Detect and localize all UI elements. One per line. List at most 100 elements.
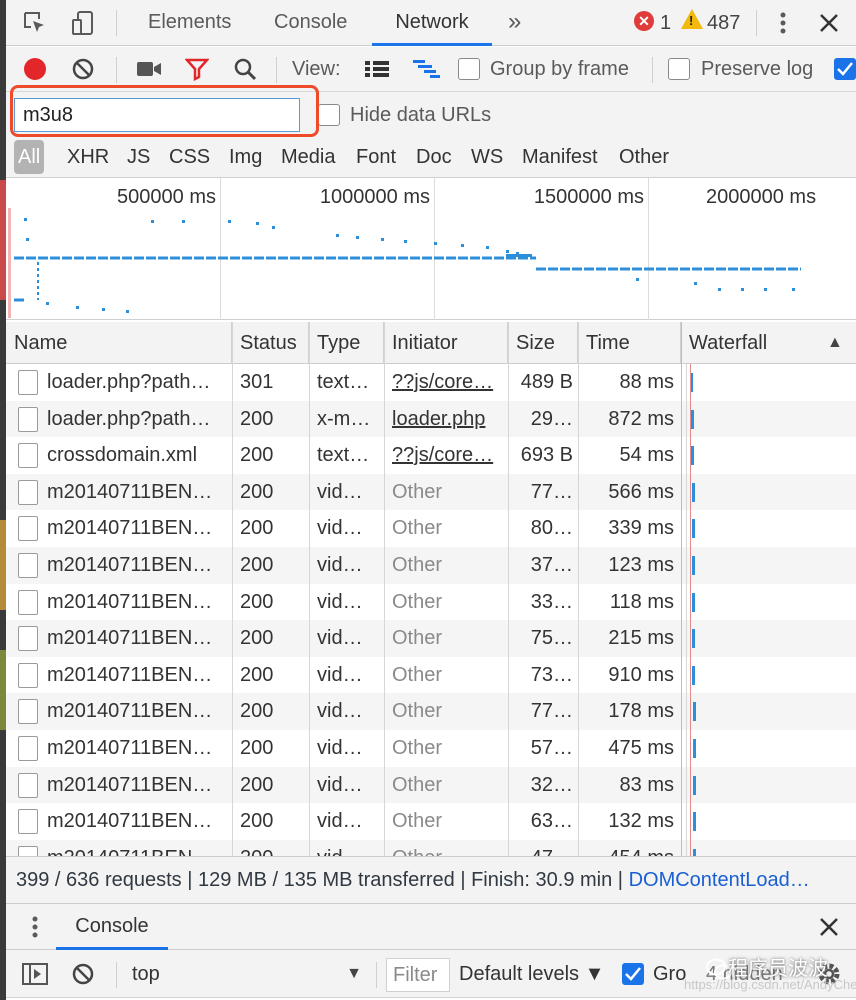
view-label: View: (292, 58, 341, 80)
type-filter-media[interactable]: Media (278, 140, 338, 174)
table-row[interactable]: loader.php?path… 200 x-m… loader.php 29… 872 … (6, 400, 856, 438)
tab-network[interactable]: Network (372, 0, 492, 46)
type-filter-ws[interactable]: WS (468, 140, 506, 174)
table-row[interactable]: m20140711BEN… 200 vid… Other 33… 118 ms (6, 584, 856, 621)
waterfall-bar (692, 556, 695, 575)
error-icon[interactable]: ✕ (634, 11, 654, 31)
column-header-name[interactable]: Name (6, 322, 232, 364)
column-header-type[interactable]: Type (309, 322, 384, 364)
preserve-log-checkbox[interactable] (668, 58, 690, 80)
waterfall-view-icon[interactable] (412, 54, 442, 84)
cell-name: loader.php?path… (47, 407, 211, 430)
record-button[interactable] (24, 58, 46, 80)
table-row[interactable]: m20140711BEN… 200 vid… Other 57… 475 ms (6, 730, 856, 767)
drawer-tab-console[interactable]: Console (56, 904, 168, 950)
cell-size: 693 B (520, 444, 573, 467)
cell-initiator[interactable]: ??js/core… (392, 364, 504, 401)
table-row[interactable]: m20140711BEN… 200 vid… Other 63… 132 ms (6, 803, 856, 840)
cell-name: loader.php?path… (47, 371, 211, 393)
log-levels-dropdown[interactable]: Default levels ▼ (459, 950, 604, 998)
type-filter-img[interactable]: Img (226, 140, 265, 174)
tab-elements[interactable]: Elements (144, 0, 235, 46)
column-header-size[interactable]: Size (508, 322, 578, 364)
cell-size: 77… (530, 700, 573, 723)
cell-name: m20140711BEN… (47, 737, 213, 759)
clear-icon[interactable] (68, 54, 98, 84)
cell-initiator[interactable]: loader.php (392, 401, 504, 438)
file-icon (18, 406, 38, 432)
column-header-time[interactable]: Time (578, 322, 681, 364)
group-by-frame-label[interactable]: Group by frame (490, 47, 629, 92)
network-overview[interactable]: 500000 ms 1000000 ms 1500000 ms 2000000 … (6, 178, 856, 320)
device-toolbar-icon[interactable] (68, 8, 98, 38)
type-filter-js[interactable]: JS (124, 140, 153, 174)
waterfall-bar (693, 739, 696, 758)
more-tabs-button[interactable]: » (504, 0, 525, 46)
divider (276, 57, 277, 83)
cell-initiator: Other (392, 627, 443, 650)
type-filter-font[interactable]: Font (353, 140, 399, 174)
error-count[interactable]: 1 (660, 0, 671, 46)
console-settings-gear-icon[interactable] (814, 959, 844, 989)
table-row[interactable]: m20140711BEN… 200 vid… Other 73… 910 ms (6, 657, 856, 694)
group-similar-checkbox[interactable] (622, 963, 644, 985)
cell-name: m20140711BEN… (47, 663, 213, 686)
tab-console[interactable]: Console (270, 0, 351, 46)
table-row[interactable]: crossdomain.xml 200 text… ??js/core… 693 B 54… (6, 437, 856, 474)
type-filter-xhr[interactable]: XHR (64, 140, 112, 174)
hide-data-urls-checkbox[interactable] (318, 104, 340, 126)
type-filter-manifest[interactable]: Manifest (519, 140, 601, 174)
column-header-waterfall[interactable]: Waterfall (681, 322, 819, 364)
group-similar-label[interactable]: Gro (653, 950, 686, 998)
cell-name: m20140711BEN… (47, 810, 213, 833)
clear-console-icon[interactable] (68, 959, 98, 989)
column-header-status[interactable]: Status (232, 322, 309, 364)
table-row[interactable]: loader.php?path… 301 text… ??js/core… 489 B 8… (6, 364, 856, 401)
console-filter-input[interactable]: Filter (386, 958, 450, 992)
cell-initiator[interactable]: ??js/core… (392, 437, 504, 474)
disable-cache-checkbox[interactable] (834, 58, 856, 80)
cell-status: 200 (240, 517, 274, 540)
cell-time: 118 ms (609, 590, 674, 613)
cell-initiator: Other (392, 663, 443, 686)
table-row[interactable]: m20140711BEN… 200 vid… Other 80… 339 ms (6, 510, 856, 547)
table-row[interactable]: m20140711BEN… 200 vid… Other 75… 215 ms (6, 620, 856, 657)
type-filter-other[interactable]: Other (616, 140, 672, 174)
table-row[interactable]: m20140711BEN… 200 vid… Other 37… 123 ms (6, 547, 856, 584)
screenshot-video-icon[interactable] (134, 54, 164, 84)
console-sidebar-icon[interactable] (20, 959, 50, 989)
list-view-icon[interactable] (362, 54, 392, 84)
close-drawer-icon[interactable] (814, 912, 844, 942)
kebab-menu-icon[interactable] (768, 8, 798, 38)
close-devtools-icon[interactable] (814, 8, 844, 38)
group-by-frame-checkbox[interactable] (458, 58, 480, 80)
sort-ascending-icon[interactable]: ▲ (819, 322, 856, 364)
requests-table-header: Name Status Type Initiator Size Time Wat… (6, 322, 856, 364)
table-row[interactable]: m20140711BEN… 200 vid… Other 32… 83 ms (6, 766, 856, 804)
drawer-menu-icon[interactable] (20, 912, 50, 942)
filter-funnel-icon[interactable] (182, 54, 212, 84)
type-filter-all[interactable]: All (14, 140, 45, 174)
cell-name: m20140711BEN… (47, 590, 213, 613)
cell-name: crossdomain.xml (47, 444, 198, 467)
preserve-log-label[interactable]: Preserve log (701, 47, 813, 92)
search-icon[interactable] (230, 54, 260, 84)
table-row[interactable]: m20140711BEN… 200 vid… Other 77… 178 ms (6, 693, 856, 730)
type-filter-css[interactable]: CSS (166, 140, 213, 174)
warning-count[interactable]: 487 (707, 0, 740, 46)
hide-data-urls-label[interactable]: Hide data URLs (350, 92, 491, 138)
warning-icon[interactable]: ! (681, 9, 703, 29)
waterfall-bar (693, 812, 696, 832)
hidden-count: 4 hidden (706, 963, 783, 985)
filter-input[interactable] (14, 98, 300, 132)
execution-context-select[interactable]: top ▼ (128, 957, 366, 991)
table-row[interactable]: m20140711BEN… 200 vid… Other 47… 454 ms (6, 839, 856, 856)
column-header-initiator[interactable]: Initiator (384, 322, 508, 364)
inspect-element-icon[interactable] (20, 8, 50, 38)
divider (652, 57, 653, 83)
file-icon (18, 516, 38, 542)
table-row[interactable]: m20140711BEN… 200 vid… Other 77… 566 ms (6, 473, 856, 511)
type-filter-doc[interactable]: Doc (413, 140, 455, 174)
file-icon (18, 699, 38, 725)
file-icon (18, 370, 38, 395)
